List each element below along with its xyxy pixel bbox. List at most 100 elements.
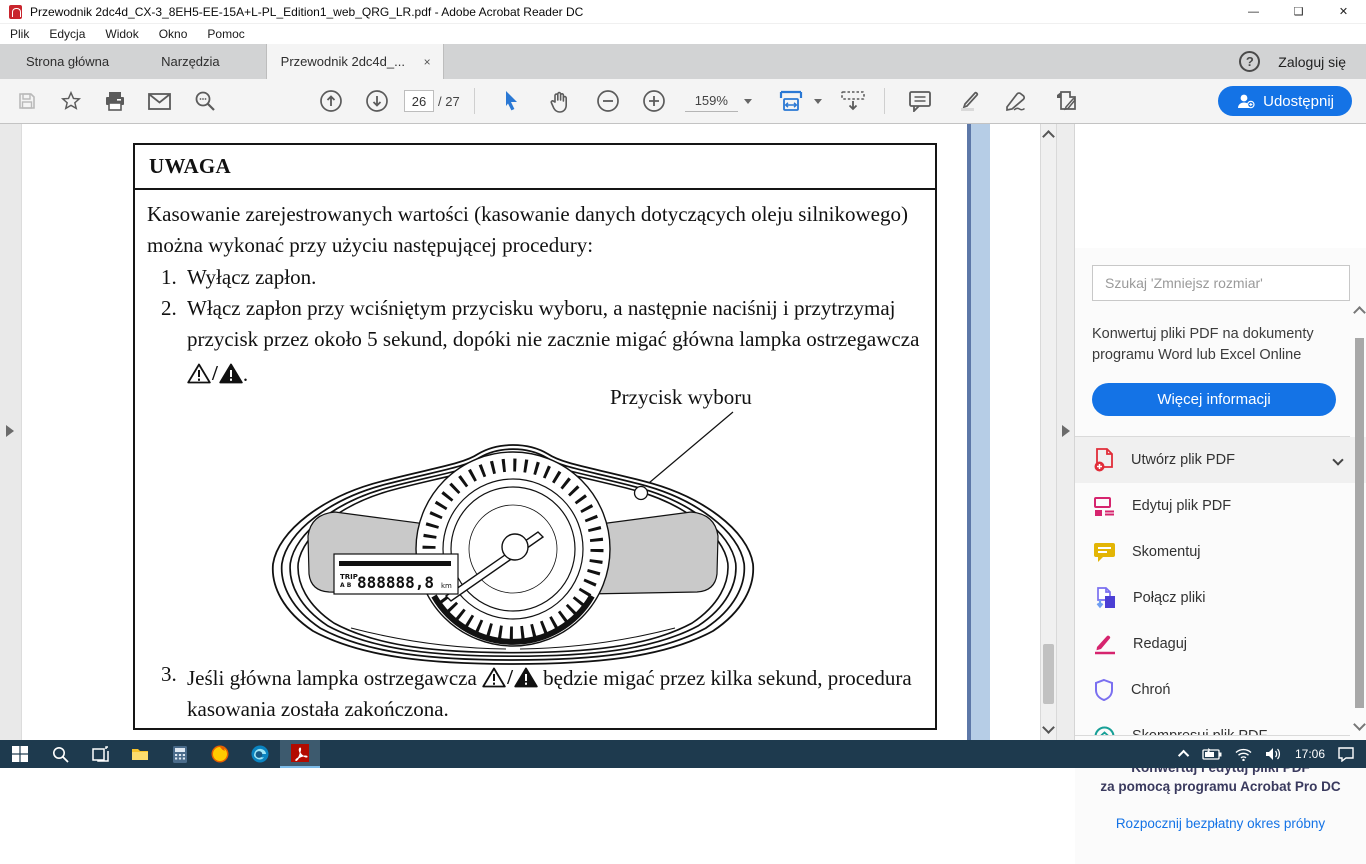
document-viewport: UWAGA Kasowanie zarejestrowanych wartośc… [22,124,1040,740]
acrobat-taskbar-button[interactable] [280,740,320,768]
firefox-button[interactable] [200,740,240,768]
tab-document[interactable]: Przewodnik 2dc4d_... × [266,44,444,79]
warning-outline-icon [482,667,506,688]
step-3: 3. Jeśli główna lampka ostrzegawcza / bę… [161,659,921,725]
save-icon [17,91,37,111]
create-pdf-icon [1093,448,1115,472]
sidebar-scroll-thumb[interactable] [1355,338,1364,708]
tab-home[interactable]: Strona główna [0,44,135,79]
document-scrollbar[interactable] [1040,124,1057,740]
hand-tool-button[interactable] [543,84,577,118]
taskbar: 17:06 [0,740,1366,768]
lcd-ab-label: A B [340,582,352,589]
save-button[interactable] [10,84,44,118]
menu-plik[interactable]: Plik [0,24,39,44]
note-intro: Kasowanie zarejestrowanych wartości (kas… [147,199,921,261]
comment-button[interactable] [903,84,937,118]
sidebar-scrollbar[interactable] [1354,308,1365,788]
tool-compress-pdf[interactable]: Skompresuj plik PDF [1075,713,1366,735]
close-button[interactable]: ✕ [1321,0,1366,24]
sign-in-link[interactable]: Zaloguj się [1278,54,1346,70]
step-2: 2. Włącz zapłon przy wciśniętym przycisk… [161,293,921,390]
print-button[interactable] [98,84,132,118]
tool-comment[interactable]: Skomentuj [1075,529,1366,575]
convert-promo-text: Konwertuj pliki PDF na dokumenty program… [1092,324,1348,366]
zoom-level-value[interactable]: 159% [685,91,738,112]
send-track-button[interactable] [1049,84,1083,118]
more-info-button[interactable]: Więcej informacji [1092,383,1336,416]
clock[interactable]: 17:06 [1295,747,1325,761]
tools-panel-handle[interactable] [1057,124,1075,740]
sidebar-scroll-down-icon[interactable] [1353,718,1366,731]
left-panel-expand-icon[interactable] [6,425,14,437]
tool-redact[interactable]: Redaguj [1075,621,1366,667]
left-panel-strip [0,124,22,740]
volume-icon[interactable] [1265,747,1282,761]
maximize-button[interactable]: ❑ [1276,0,1321,24]
edit-pdf-icon [1093,495,1116,518]
next-page-button[interactable] [360,84,394,118]
help-icon[interactable]: ? [1239,51,1260,72]
warning-filled-icon [219,363,243,384]
scroll-up-icon[interactable] [1042,130,1055,143]
share-button[interactable]: Udostępnij [1218,86,1352,116]
tool-protect[interactable]: Chroń [1075,667,1366,713]
menu-bar: Plik Edycja Widok Okno Pomoc [0,24,1366,44]
start-button[interactable] [0,740,40,768]
tools-panel-collapse-icon[interactable] [1062,425,1070,437]
acrobat-app-icon [9,5,22,19]
chevron-down-icon[interactable] [1332,454,1343,465]
scroll-down-icon[interactable] [1042,721,1055,734]
find-button[interactable] [188,84,222,118]
wifi-icon[interactable] [1235,748,1252,761]
edge-button[interactable] [240,740,280,768]
document-scroll-thumb[interactable] [1043,644,1054,704]
reading-mode-icon [840,90,866,112]
lcd-unit: km [441,582,452,590]
star-button[interactable] [54,84,88,118]
menu-okno[interactable]: Okno [149,24,198,44]
toolbar: / 27 159% Udostępnij [0,79,1366,124]
zoom-in-button[interactable] [637,84,671,118]
tray-expand-icon[interactable] [1178,750,1189,761]
previous-page-button[interactable] [314,84,348,118]
calculator-button[interactable] [160,740,200,768]
star-icon [60,90,82,112]
fit-width-button[interactable] [774,84,808,118]
task-view-button[interactable] [80,740,120,768]
tab-tools[interactable]: Narzędzia [135,44,246,79]
tab-close-icon[interactable]: × [422,55,433,69]
calculator-icon [173,746,187,763]
minimize-button[interactable]: — [1231,0,1276,24]
tool-edit-pdf[interactable]: Edytuj plik PDF [1075,483,1366,529]
reading-mode-button[interactable] [836,84,870,118]
menu-widok[interactable]: Widok [95,24,148,44]
tool-combine-files[interactable]: Połącz pliki [1075,575,1366,621]
free-trial-link[interactable]: Rozpocznij bezpłatny okres próbny [1075,816,1366,831]
zoom-out-button[interactable] [591,84,625,118]
highlighter-icon [957,89,983,113]
edge-icon [251,745,269,763]
tab-document-label: Przewodnik 2dc4d_... [281,54,405,69]
sidebar-scroll-up-icon[interactable] [1353,306,1366,319]
tool-create-pdf[interactable]: Utwórz plik PDF [1075,437,1366,483]
highlight-button[interactable] [953,84,987,118]
page-number-input[interactable] [404,90,434,112]
tools-sidebar: Konwertuj pliki PDF na dokumenty program… [1075,248,1366,864]
windows-icon [12,746,28,762]
fill-sign-button[interactable] [1001,84,1035,118]
fit-caret-icon[interactable] [814,99,822,104]
menu-edycja[interactable]: Edycja [39,24,95,44]
taskbar-search-button[interactable] [40,740,80,768]
zoom-caret-icon[interactable] [744,99,752,104]
email-button[interactable] [142,84,176,118]
select-tool-button[interactable] [495,84,529,118]
menu-pomoc[interactable]: Pomoc [197,24,254,44]
tools-search-input[interactable] [1092,265,1350,301]
tools-list: Utwórz plik PDF Edytuj plik PDF Skomentu… [1075,437,1366,735]
action-center-icon[interactable] [1338,747,1354,762]
pointer-icon [503,90,521,112]
note-box: UWAGA Kasowanie zarejestrowanych wartośc… [133,143,937,730]
battery-icon[interactable] [1202,748,1222,760]
file-explorer-button[interactable] [120,740,160,768]
